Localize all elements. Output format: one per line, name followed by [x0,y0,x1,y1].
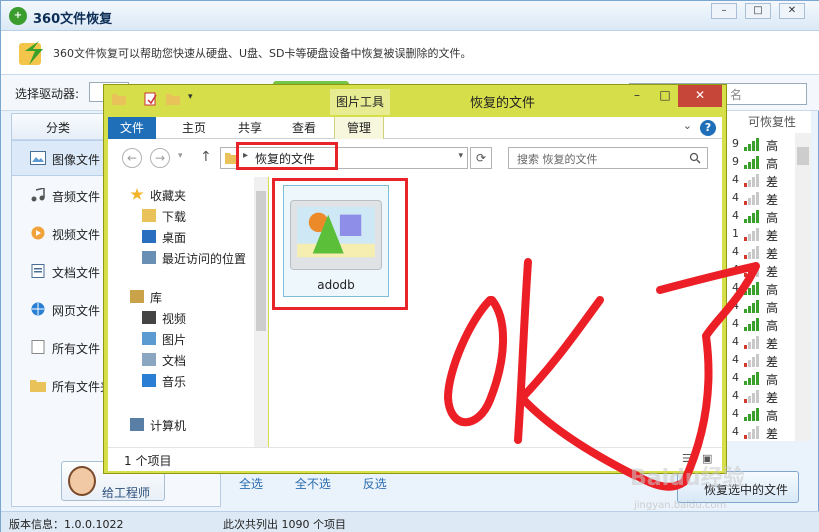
watermark-url: jingyan.baidu.com [634,500,727,511]
watermark-logo: Baidu经验 [630,466,745,491]
handwritten-ok-annotation [444,258,760,491]
